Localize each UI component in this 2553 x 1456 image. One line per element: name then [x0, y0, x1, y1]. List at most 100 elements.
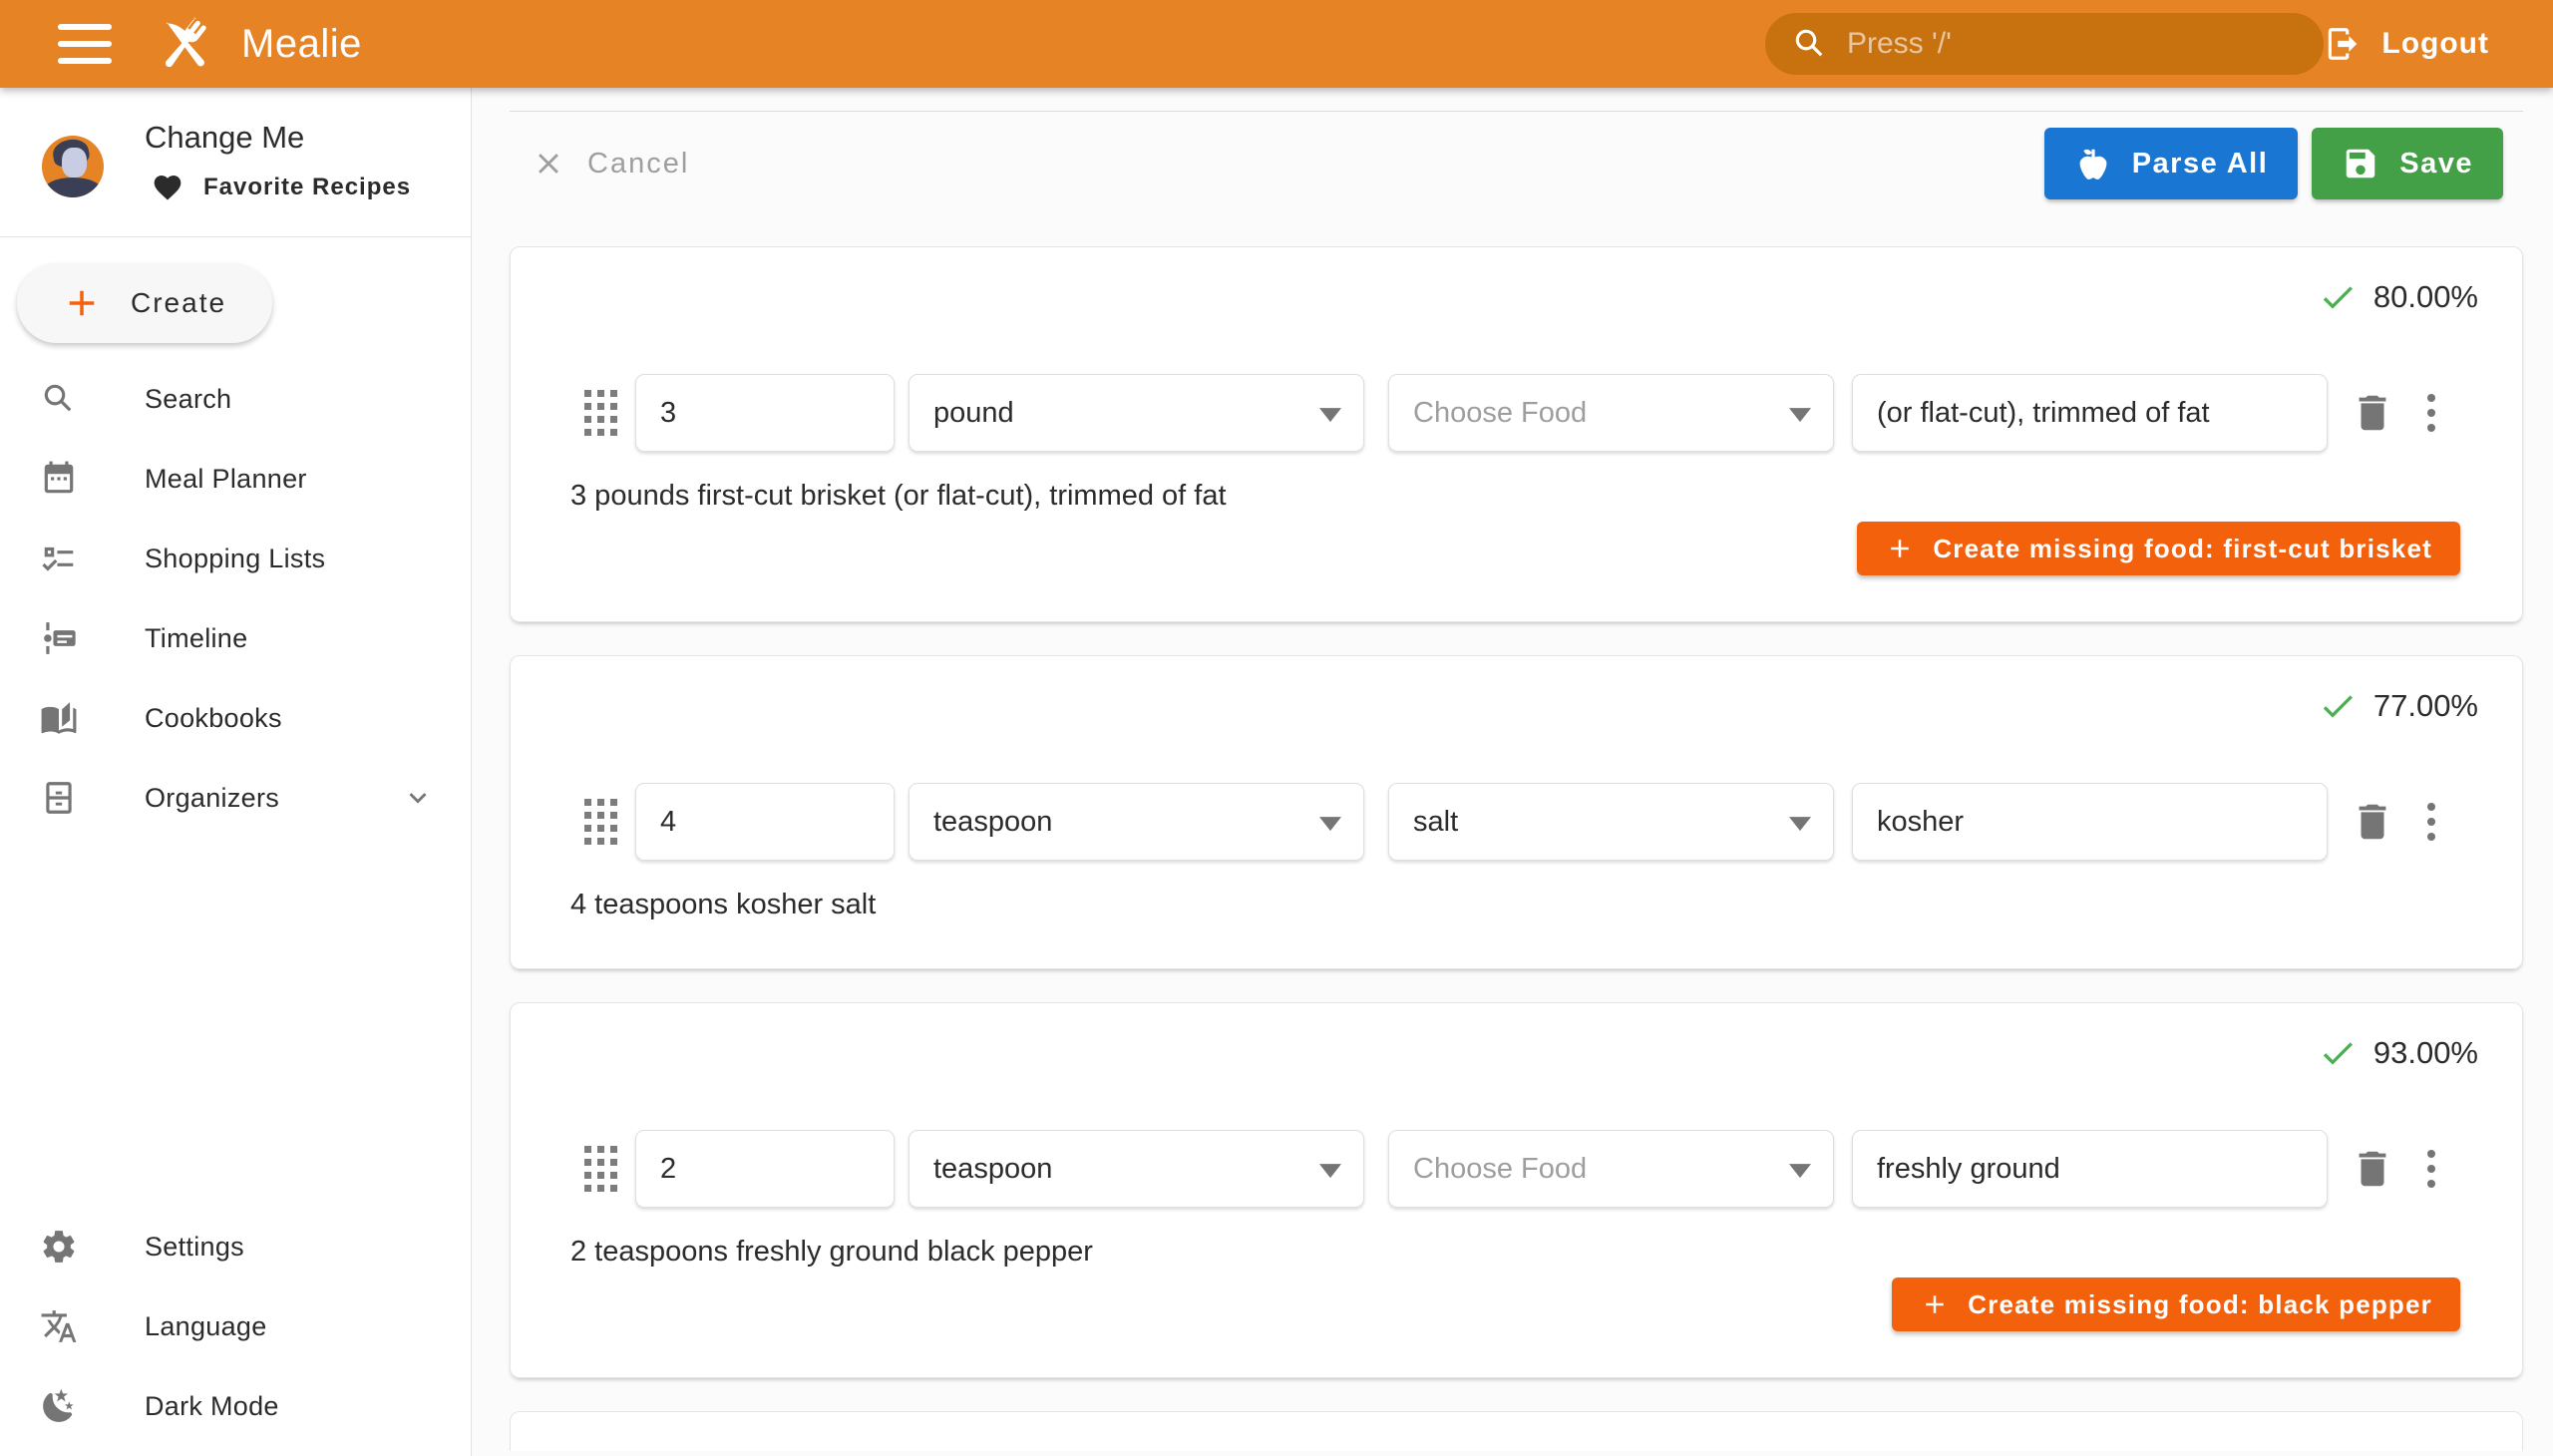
menu-toggle-icon[interactable]: [58, 24, 112, 64]
ingredient-menu-button[interactable]: [2419, 799, 2443, 845]
dropdown-arrow-icon: [1789, 1164, 1811, 1178]
search-input[interactable]: [1847, 27, 2298, 61]
food-select[interactable]: [1388, 374, 1834, 452]
logout-icon: [2324, 25, 2362, 63]
food-value[interactable]: [1389, 784, 1833, 860]
plus-icon: [61, 282, 103, 324]
note-input[interactable]: [1853, 375, 2327, 451]
cancel-button[interactable]: Cancel: [532, 147, 689, 181]
confidence-status: 80.00%: [511, 275, 2522, 319]
unit-value[interactable]: [910, 375, 1363, 451]
create-missing-food-label: Create missing food: black pepper: [1968, 1289, 2432, 1320]
save-icon: [2342, 145, 2379, 182]
favorite-recipes-link[interactable]: Favorite Recipes: [152, 172, 411, 203]
logout-label: Logout: [2381, 27, 2489, 61]
create-missing-food-button[interactable]: Create missing food: first-cut brisket: [1857, 522, 2460, 575]
ingredient-row: [511, 374, 2522, 452]
sidebar-item-cookbooks[interactable]: Cookbooks: [0, 678, 471, 758]
parse-all-button[interactable]: Parse All: [2044, 128, 2299, 199]
note-input[interactable]: [1853, 1131, 2327, 1207]
trash-icon: [2350, 799, 2395, 845]
gear-icon: [40, 1228, 78, 1266]
sidebar-item-label: Organizers: [145, 783, 279, 814]
timeline-icon: [40, 619, 78, 657]
app-header: Mealie Logout: [0, 0, 2553, 88]
save-button[interactable]: Save: [2312, 128, 2503, 199]
create-missing-food-button[interactable]: Create missing food: black pepper: [1892, 1277, 2460, 1331]
delete-ingredient-button[interactable]: [2350, 1146, 2395, 1192]
trash-icon: [2350, 1146, 2395, 1192]
unit-select[interactable]: [909, 783, 1364, 861]
create-button[interactable]: Create: [17, 263, 272, 343]
sidebar-item-settings[interactable]: Settings: [0, 1207, 471, 1286]
translate-icon: [40, 1307, 78, 1345]
dropdown-arrow-icon: [1319, 817, 1341, 831]
quantity-input[interactable]: [636, 375, 894, 451]
sidebar-item-meal-planner[interactable]: Meal Planner: [0, 439, 471, 519]
food-value[interactable]: [1389, 1131, 1833, 1207]
avatar[interactable]: [42, 136, 104, 197]
note-input[interactable]: [1853, 784, 2327, 860]
sidebar-item-label: Settings: [145, 1232, 244, 1263]
sidebar-item-search[interactable]: Search: [0, 359, 471, 439]
drag-handle-icon[interactable]: [584, 1146, 617, 1192]
book-icon: [40, 699, 78, 737]
food-select[interactable]: [1388, 1130, 1834, 1208]
unit-value[interactable]: [910, 1131, 1363, 1207]
cabinet-icon: [40, 779, 78, 817]
dropdown-arrow-icon: [1789, 817, 1811, 831]
parse-all-label: Parse All: [2132, 148, 2269, 181]
check-icon: [2318, 1033, 2358, 1073]
ingredient-menu-button[interactable]: [2419, 1146, 2443, 1192]
search-icon: [1791, 25, 1829, 63]
sidebar-item-label: Meal Planner: [145, 464, 307, 495]
plus-icon: [1920, 1289, 1950, 1319]
delete-ingredient-button[interactable]: [2350, 390, 2395, 436]
food-select[interactable]: [1388, 783, 1834, 861]
mealie-logo-icon: [152, 11, 217, 77]
moon-icon: [40, 1387, 78, 1425]
save-label: Save: [2399, 148, 2473, 181]
quantity-input[interactable]: [636, 784, 894, 860]
sidebar-item-label: Dark Mode: [145, 1391, 279, 1422]
confidence-value: 93.00%: [2373, 1035, 2478, 1071]
ingredient-card: 80.00%: [510, 246, 2523, 622]
checklist-icon: [40, 540, 78, 577]
sidebar-item-dark-mode[interactable]: Dark Mode: [0, 1366, 471, 1446]
confidence-value: 80.00%: [2373, 279, 2478, 315]
create-label: Create: [131, 287, 226, 319]
quantity-input[interactable]: [636, 1131, 894, 1207]
confidence-status: 93.00%: [511, 1031, 2522, 1075]
confidence-value: 77.00%: [2373, 688, 2478, 724]
original-ingredient-text: 4 teaspoons kosher salt: [511, 887, 2522, 922]
ingredient-row: [511, 783, 2522, 861]
main-content: Cancel Parse All Save 80.00%: [472, 88, 2553, 1456]
app-title: Mealie: [241, 22, 362, 67]
plus-icon: [1885, 534, 1915, 563]
unit-select[interactable]: [909, 374, 1364, 452]
sidebar-item-organizers[interactable]: Organizers: [0, 758, 471, 838]
drag-handle-icon[interactable]: [584, 799, 617, 845]
global-search[interactable]: [1765, 13, 2324, 75]
ingredient-card: 77.00%: [510, 655, 2523, 969]
cancel-label: Cancel: [587, 148, 689, 181]
sidebar-item-label: Language: [145, 1311, 267, 1342]
dropdown-arrow-icon: [1319, 1164, 1341, 1178]
sidebar: Change Me Favorite Recipes Create Search…: [0, 88, 472, 1456]
chevron-down-icon[interactable]: [401, 781, 435, 815]
unit-value[interactable]: [910, 784, 1363, 860]
delete-ingredient-button[interactable]: [2350, 799, 2395, 845]
user-name: Change Me: [145, 120, 304, 156]
favorite-recipes-label: Favorite Recipes: [203, 174, 411, 201]
food-value[interactable]: [1389, 375, 1833, 451]
sidebar-item-timeline[interactable]: Timeline: [0, 598, 471, 678]
dropdown-arrow-icon: [1319, 408, 1341, 422]
drag-handle-icon[interactable]: [584, 390, 617, 436]
unit-select[interactable]: [909, 1130, 1364, 1208]
ingredient-menu-button[interactable]: [2419, 390, 2443, 436]
sidebar-item-label: Cookbooks: [145, 703, 282, 734]
sidebar-item-language[interactable]: Language: [0, 1286, 471, 1366]
heart-icon: [152, 172, 183, 203]
sidebar-item-shopping-lists[interactable]: Shopping Lists: [0, 519, 471, 598]
logout-button[interactable]: Logout: [2324, 0, 2489, 88]
